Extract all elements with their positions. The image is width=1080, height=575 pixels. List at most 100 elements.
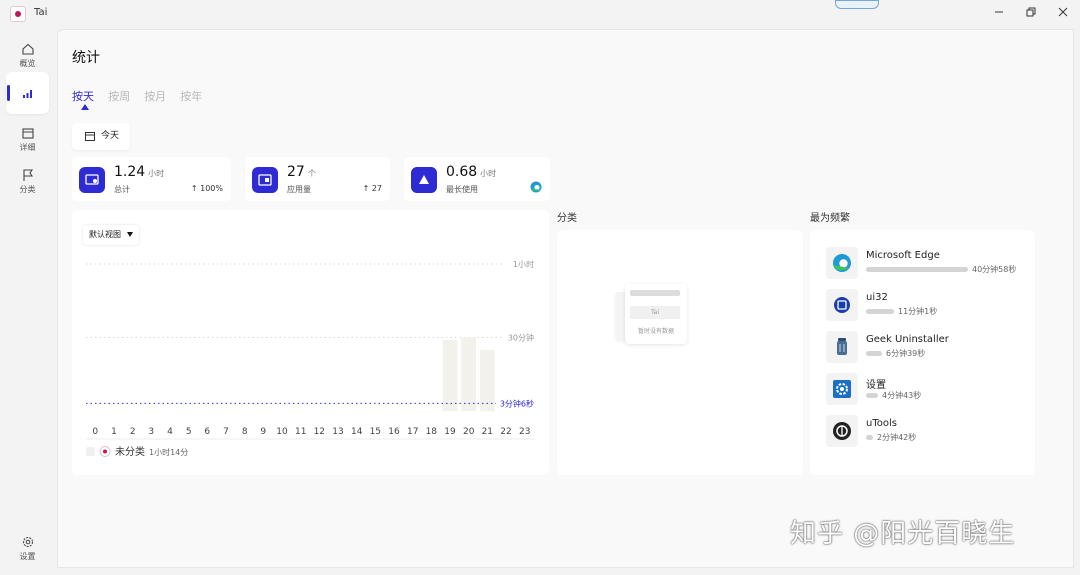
- sidebar-item-label: 详细: [19, 143, 36, 152]
- x-tick-label: 17: [407, 427, 418, 437]
- x-tick-label: 11: [295, 427, 306, 437]
- stat-card-apps: 27 个 应用量 ↑ 27: [245, 157, 390, 201]
- category-card: Tai 暂时没有数据: [557, 230, 803, 475]
- frequent-app-row[interactable]: Microsoft Edge 40分钟58秒: [826, 247, 1026, 281]
- watermark: 知乎 @阳光百晓生: [790, 519, 1016, 549]
- usage-bar: [866, 351, 882, 356]
- close-button[interactable]: [1052, 5, 1074, 21]
- x-tick-label: 5: [186, 427, 192, 437]
- x-tick-label: 13: [332, 427, 343, 437]
- usage-bar: [866, 309, 894, 314]
- stat-label: 最长使用: [446, 185, 478, 194]
- sidebar-item-stats[interactable]: [6, 72, 49, 114]
- trash-icon: [826, 331, 858, 363]
- average-label: 3分钟6秒: [500, 398, 534, 408]
- frequent-app-row[interactable]: uTools 2分钟42秒: [826, 415, 1026, 449]
- x-tick-label: 6: [204, 427, 210, 437]
- x-tick-label: 2: [130, 427, 136, 437]
- minimize-icon: [995, 11, 1003, 13]
- gear-icon: [22, 536, 33, 548]
- x-tick-label: 16: [388, 427, 400, 437]
- sidebar-item-settings[interactable]: 设置: [6, 528, 49, 570]
- x-tick-label: 10: [276, 427, 288, 437]
- chart-bars-icon: [22, 90, 32, 98]
- x-tick-label: 21: [482, 427, 493, 437]
- sidebar-item-overview[interactable]: 概览: [6, 35, 49, 77]
- x-tick-label: 14: [351, 427, 363, 437]
- period-tabs: 按天 按周 按月 按年: [72, 85, 211, 110]
- settings-icon: [826, 373, 858, 405]
- stat-change: ↑ 27: [362, 184, 382, 193]
- edge-icon: [826, 247, 858, 279]
- page-title: 统计: [72, 50, 100, 66]
- main-content: 统计 按天 按周 按月 按年 今天 1.24 小时 总计 ↑ 100% 27 个 应…: [57, 29, 1074, 568]
- app-window-icon: [252, 167, 278, 193]
- x-tick-label: 19: [444, 427, 456, 437]
- arrow-up-icon: ↑: [362, 184, 372, 193]
- arrow-up-icon: ↑: [190, 184, 201, 193]
- x-tick-label: 15: [370, 427, 381, 437]
- drag-handle[interactable]: [835, 0, 879, 9]
- gridline-label: 30分钟: [508, 333, 534, 343]
- active-indicator: [7, 85, 10, 101]
- close-icon: [1058, 7, 1068, 17]
- usage-bar: [866, 393, 878, 398]
- frequent-app-row[interactable]: ui32 11分钟1秒: [826, 289, 1026, 323]
- app-name: 设置: [866, 380, 886, 391]
- frequent-app-row[interactable]: 设置 4分钟43秒: [826, 373, 1026, 407]
- restore-button[interactable]: [1020, 5, 1042, 21]
- stat-change: ↑ 100%: [190, 184, 223, 193]
- x-tick-label: 23: [519, 427, 530, 437]
- x-tick-label: 3: [148, 427, 154, 437]
- sidebar-item-label: 概览: [19, 59, 36, 68]
- frequent-app-row[interactable]: Geek Uninstaller 6分钟39秒: [826, 331, 1026, 365]
- tab-week[interactable]: 按周: [108, 88, 130, 104]
- flag-icon: [22, 169, 33, 181]
- hourly-bar-chart: 1小时30分钟3分钟6秒0 1 2 3 4 5 6 7 8 9 10 11 12 13 14 15 16 17 18…: [86, 259, 534, 458]
- app-title: Tai: [34, 7, 48, 18]
- restore-icon: [1026, 7, 1036, 17]
- sidebar-item-details[interactable]: 详细: [6, 119, 49, 161]
- tab-year[interactable]: 按年: [180, 88, 202, 104]
- tai-logo-dot: [103, 449, 107, 454]
- calendar-icon: [85, 132, 95, 141]
- usage-time: 6分钟39秒: [886, 349, 926, 358]
- x-tick-label: 8: [242, 427, 248, 437]
- chart-bar: [461, 337, 476, 411]
- title-bar: Tai: [0, 0, 1080, 28]
- app-name: Microsoft Edge: [866, 250, 940, 261]
- usage-bar: [866, 267, 968, 272]
- tab-day[interactable]: 按天: [72, 88, 94, 110]
- sidebar-item-categories[interactable]: 分类: [6, 161, 49, 203]
- utools-icon: [826, 415, 858, 447]
- home-icon: [21, 43, 34, 55]
- stat-card-total: 1.24 小时 总计 ↑ 100%: [72, 157, 231, 201]
- minimize-button[interactable]: [988, 5, 1010, 21]
- sidebar: 概览 详细 分类 设置: [0, 28, 56, 575]
- frequent-apps-card: Microsoft Edge 40分钟58秒 ui32 11分钟1秒 Geek …: [810, 230, 1035, 475]
- usage-bar: [866, 435, 873, 440]
- app-name: Geek Uninstaller: [866, 334, 949, 345]
- app-icon: [826, 289, 858, 321]
- app-name: uTools: [866, 418, 897, 429]
- stat-value: 0.68 小时: [446, 164, 497, 180]
- gridline-label: 1小时: [513, 259, 534, 269]
- tab-month[interactable]: 按月: [144, 88, 166, 104]
- x-tick-label: 9: [260, 427, 266, 437]
- usage-time: 40分钟58秒: [972, 265, 1017, 274]
- app-name: ui32: [866, 292, 888, 303]
- empty-state-illustration: Tai 暂时没有数据: [615, 284, 687, 356]
- triangle-icon: [411, 167, 437, 193]
- x-tick-label: 7: [223, 427, 229, 437]
- usage-time: 11分钟1秒: [898, 307, 938, 316]
- legend-time: 1小时14分: [149, 447, 188, 457]
- x-tick-label: 0: [92, 427, 98, 437]
- date-picker-button[interactable]: 今天: [72, 123, 130, 150]
- empty-state-chip: Tai: [630, 306, 680, 319]
- frequent-section-title: 最为频繁: [810, 213, 850, 224]
- x-tick-label: 22: [500, 427, 511, 437]
- stat-value: 1.24 小时: [114, 164, 165, 180]
- screen-time-icon: [79, 167, 105, 193]
- app-logo-icon: [10, 6, 26, 22]
- stat-label: 应用量: [287, 185, 311, 194]
